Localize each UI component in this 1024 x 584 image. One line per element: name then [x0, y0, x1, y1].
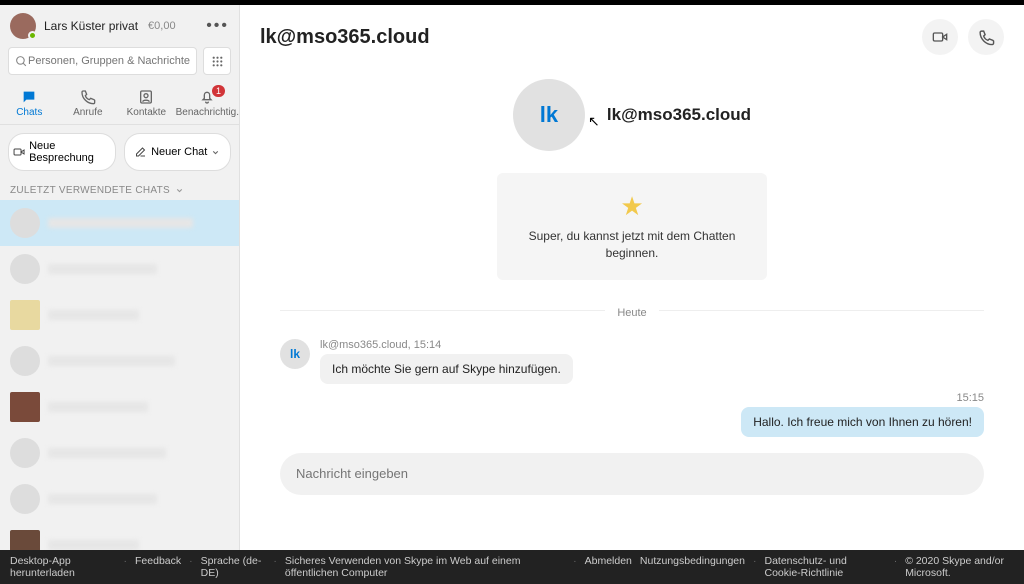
- footer-link[interactable]: Nutzungsbedingungen: [640, 555, 745, 579]
- tab-contacts[interactable]: Kontakte: [117, 85, 176, 124]
- new-meeting-button[interactable]: Neue Besprechung: [8, 133, 116, 171]
- incoming-message: lk lk@mso365.cloud, 15:14 Ich möchte Sie…: [280, 339, 984, 384]
- star-icon: ★: [511, 191, 753, 222]
- footer-link[interactable]: Desktop-App herunterladen: [10, 555, 116, 579]
- message-bubble[interactable]: Ich möchte Sie gern auf Skype hinzufügen…: [320, 354, 573, 384]
- message-bubble[interactable]: Hallo. Ich freue mich von Ihnen zu hören…: [741, 407, 984, 437]
- message-composer[interactable]: [280, 453, 984, 495]
- chat-list-item[interactable]: [0, 200, 239, 246]
- dialpad-icon: [211, 55, 224, 68]
- footer: Desktop-App herunterladen· Feedback· Spr…: [0, 550, 1024, 584]
- video-icon: [13, 146, 25, 158]
- footer-copyright: © 2020 Skype and/or Microsoft.: [905, 555, 1014, 579]
- search-box[interactable]: [8, 47, 197, 75]
- compose-icon: [134, 146, 147, 158]
- chat-list-item[interactable]: [0, 476, 239, 522]
- footer-link[interactable]: Abmelden: [585, 555, 632, 579]
- footer-link[interactable]: Feedback: [135, 555, 181, 579]
- message-avatar[interactable]: lk: [280, 339, 310, 369]
- search-icon: [15, 55, 28, 68]
- phone-icon: [79, 89, 97, 105]
- sidebar: Lars Küster privat €0,00 ••• Chats: [0, 5, 240, 550]
- footer-link[interactable]: Sicheres Verwenden von Skype im Web auf …: [285, 555, 565, 579]
- message-input[interactable]: [296, 466, 968, 481]
- chat-list: Gerd Kuster23.03.2018: [0, 200, 239, 550]
- chat-title: lk@mso365.cloud: [260, 26, 430, 49]
- phone-icon: [978, 29, 995, 46]
- message-sender: lk@mso365.cloud, 15:14: [320, 339, 573, 351]
- audio-call-button[interactable]: [968, 19, 1004, 55]
- day-divider: Heute: [605, 307, 658, 319]
- tab-calls[interactable]: Anrufe: [59, 85, 118, 124]
- footer-link[interactable]: Sprache (de-DE): [201, 555, 266, 579]
- chat-list-item[interactable]: [0, 292, 239, 338]
- chat-list-item[interactable]: [0, 522, 239, 550]
- balance: €0,00: [148, 20, 176, 32]
- contact-avatar[interactable]: lk: [513, 79, 585, 151]
- chevron-down-icon: [211, 148, 220, 157]
- footer-link[interactable]: Datenschutz- und Cookie-Richtlinie: [764, 555, 885, 579]
- chat-list-item[interactable]: [0, 246, 239, 292]
- new-chat-button[interactable]: Neuer Chat: [124, 133, 232, 171]
- chat-pane: lk@mso365.cloud ↖ lk lk@mso365.cloud: [240, 5, 1024, 550]
- outgoing-message: 15:15 Hallo. Ich freue mich von Ihnen zu…: [280, 392, 984, 437]
- more-icon[interactable]: •••: [206, 17, 229, 35]
- section-header[interactable]: ZULETZT VERWENDETE CHATS: [0, 179, 239, 200]
- presence-dot: [28, 31, 37, 40]
- message-time: 15:15: [280, 392, 984, 404]
- start-card: ★ Super, du kannst jetzt mit dem Chatten…: [497, 173, 767, 280]
- chat-icon: [20, 89, 38, 105]
- avatar[interactable]: [10, 13, 36, 39]
- dialpad-button[interactable]: [203, 47, 231, 75]
- contact-name: lk@mso365.cloud: [607, 105, 751, 125]
- contacts-icon: [137, 89, 155, 105]
- video-icon: [931, 29, 949, 45]
- user-name: Lars Küster privat: [44, 19, 138, 33]
- notification-badge: 1: [212, 85, 225, 97]
- video-call-button[interactable]: [922, 19, 958, 55]
- chat-list-item[interactable]: [0, 384, 239, 430]
- tab-notifications[interactable]: 1 Benachrichtig.: [176, 85, 239, 124]
- chat-list-item[interactable]: [0, 430, 239, 476]
- search-input[interactable]: [28, 55, 190, 67]
- tab-chats[interactable]: Chats: [0, 85, 59, 124]
- chat-list-item[interactable]: [0, 338, 239, 384]
- chevron-down-icon: [175, 186, 184, 195]
